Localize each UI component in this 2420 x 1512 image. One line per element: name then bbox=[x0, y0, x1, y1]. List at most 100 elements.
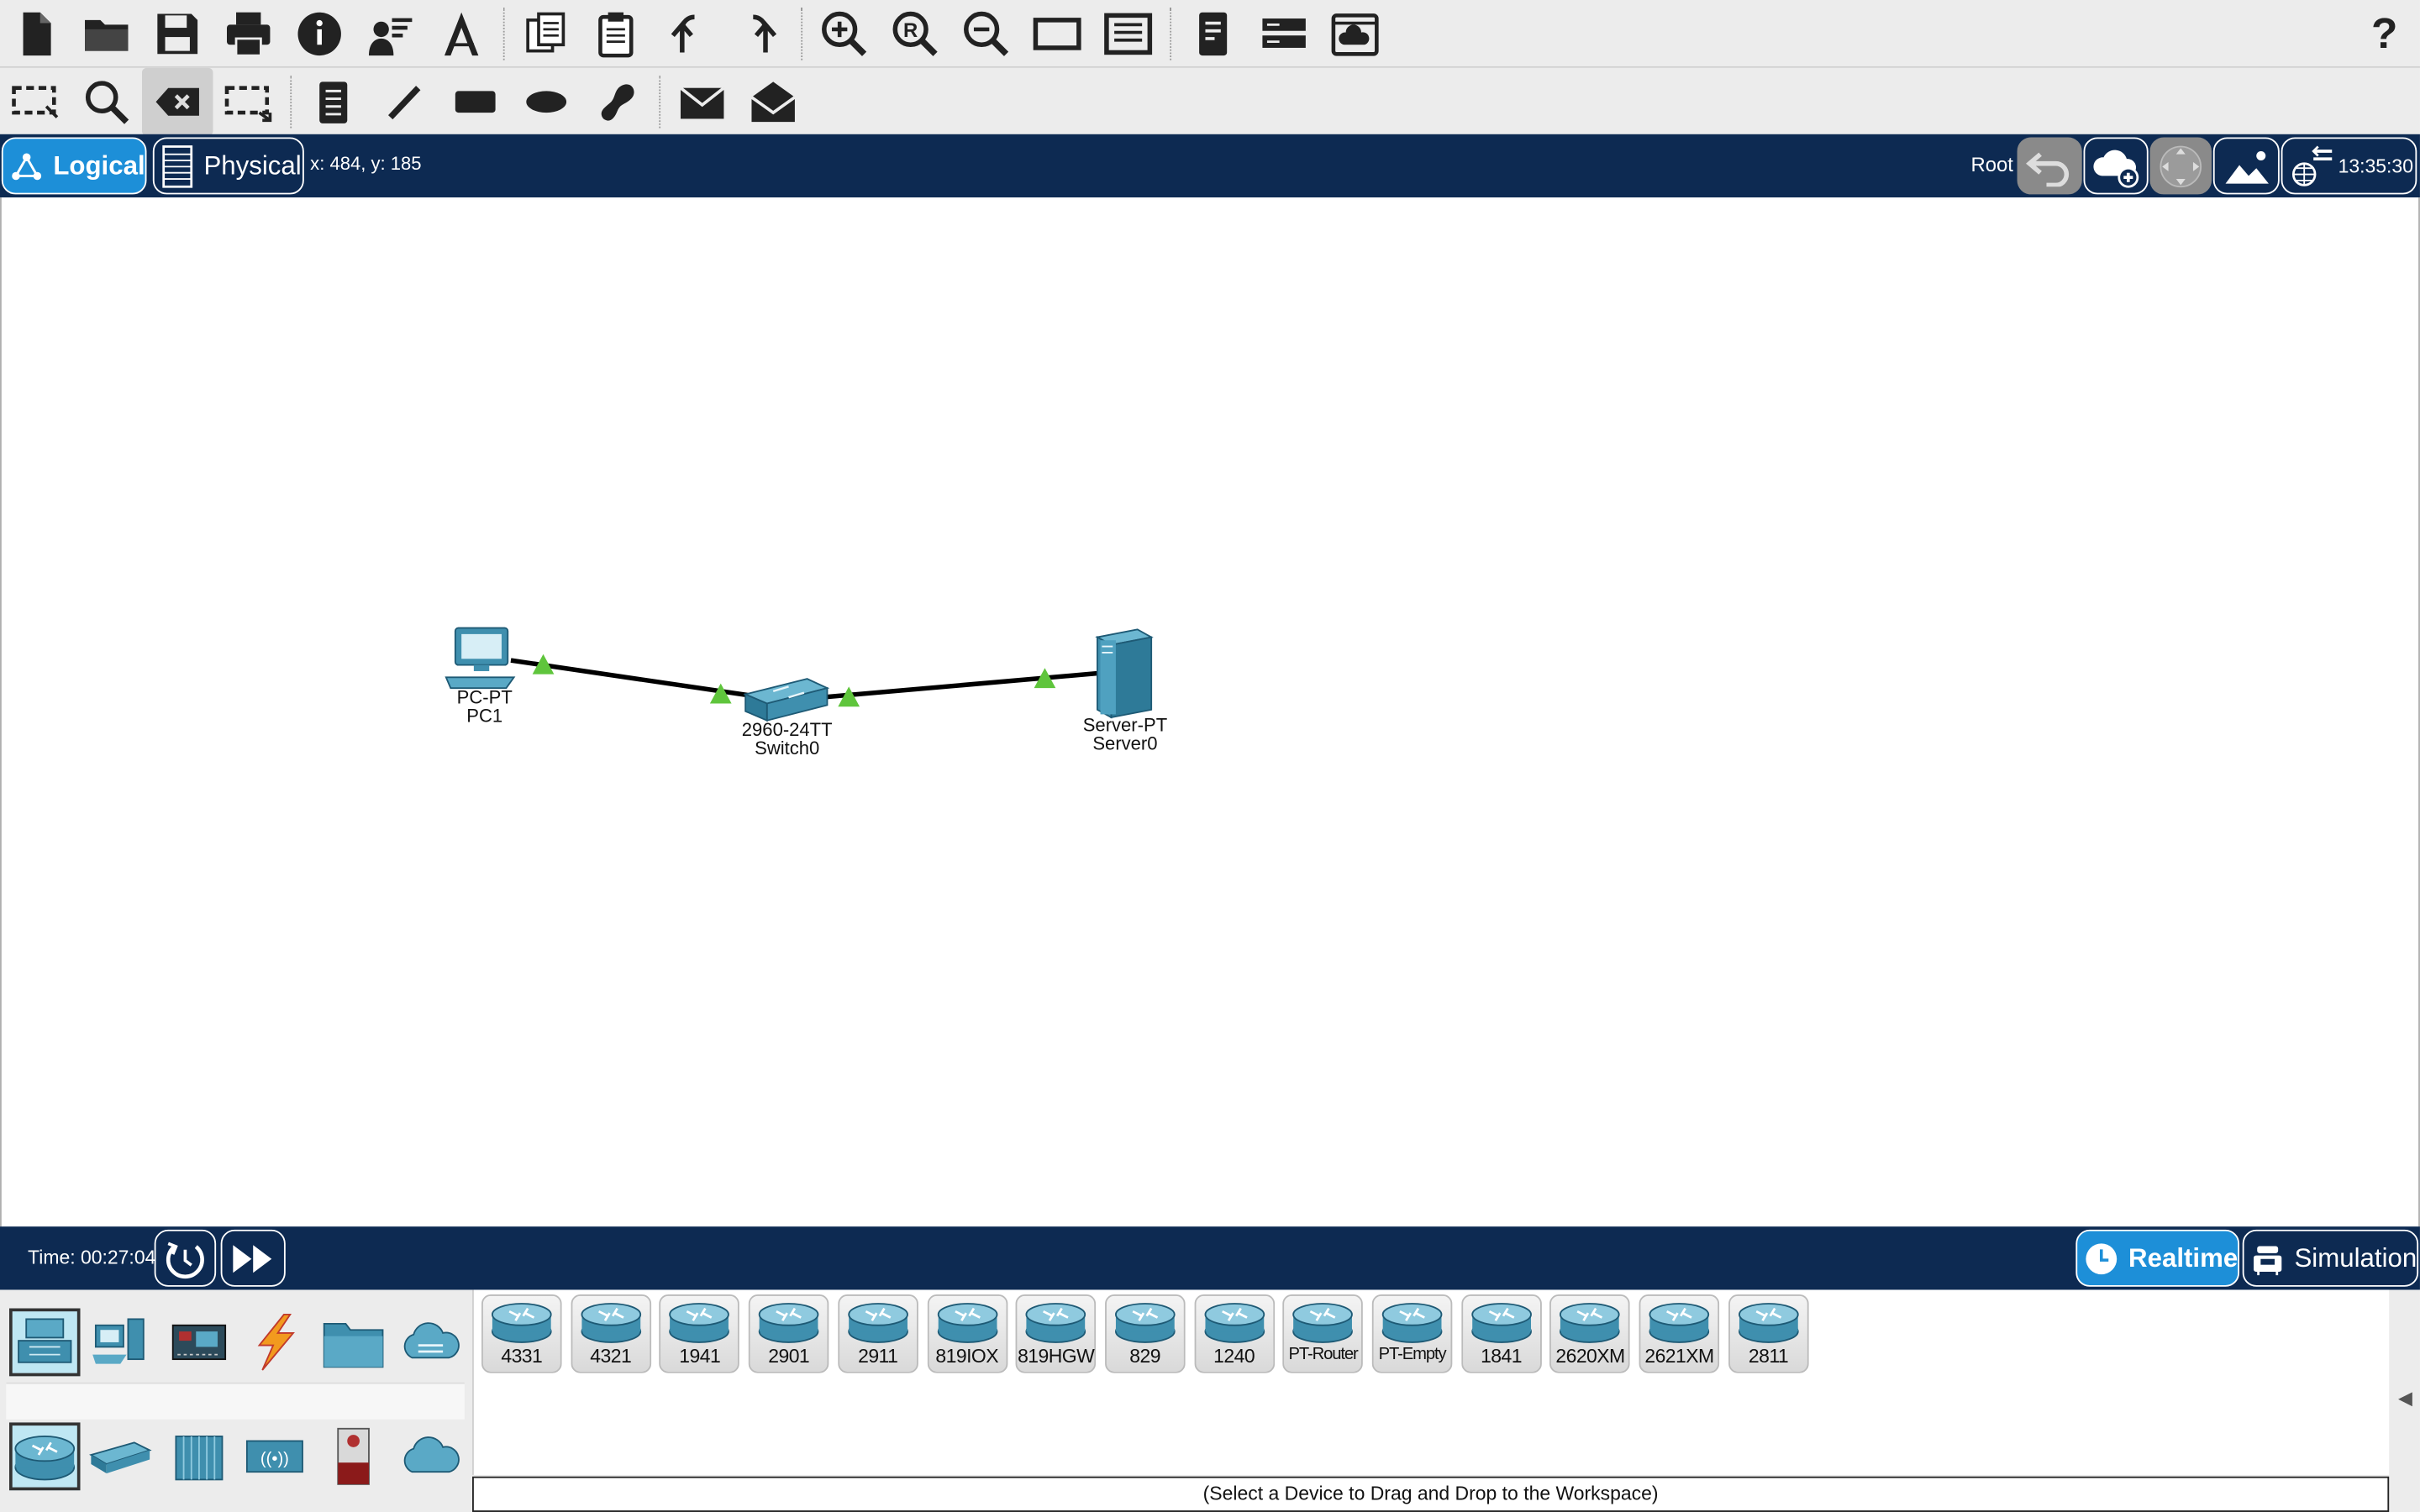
inspect-icon[interactable] bbox=[71, 68, 141, 136]
wireless-devices-icon[interactable]: ((•)) bbox=[239, 1422, 310, 1490]
router-model-2811[interactable]: 2811 bbox=[1728, 1294, 1809, 1373]
zoom-reset-icon[interactable]: R bbox=[880, 0, 950, 67]
router-model-pt-router[interactable]: PT-Router bbox=[1282, 1294, 1364, 1373]
paste-icon[interactable] bbox=[581, 0, 652, 67]
svg-text:((•)): ((•)) bbox=[260, 1450, 289, 1468]
router-icon bbox=[936, 1303, 997, 1343]
delete-icon[interactable] bbox=[141, 67, 213, 136]
draw-rectangle-icon[interactable] bbox=[439, 68, 510, 136]
cloud-view-icon[interactable] bbox=[1319, 0, 1390, 67]
physical-view-button[interactable]: Physical bbox=[152, 137, 304, 195]
drawing-palette-icon[interactable] bbox=[1022, 0, 1092, 67]
new-cluster-button[interactable] bbox=[2083, 137, 2149, 195]
network-information-icon[interactable] bbox=[426, 0, 497, 67]
router-model-4331[interactable]: 4331 bbox=[481, 1294, 562, 1373]
new-file-icon[interactable] bbox=[0, 0, 71, 67]
router-model-1240[interactable]: 1240 bbox=[1193, 1294, 1275, 1373]
viewport-clock-button[interactable]: 13:35:30 bbox=[2281, 137, 2417, 195]
router-model-2620xm[interactable]: 2620XM bbox=[1549, 1294, 1631, 1373]
router-model-label: PT-Router bbox=[1288, 1345, 1359, 1364]
router-model-label: 4331 bbox=[501, 1345, 543, 1368]
router-model-819hgw[interactable]: 819HGW bbox=[1015, 1294, 1097, 1373]
router-model-label: 1240 bbox=[1213, 1345, 1255, 1368]
router-icon bbox=[847, 1303, 908, 1343]
router-model-829[interactable]: 829 bbox=[1104, 1294, 1186, 1373]
router-model-label: 2621XM bbox=[1644, 1345, 1714, 1368]
router-model-2621xm[interactable]: 2621XM bbox=[1639, 1294, 1720, 1373]
router-model-label: 1941 bbox=[679, 1345, 721, 1368]
print-icon[interactable] bbox=[213, 0, 283, 67]
network-devices-icon[interactable] bbox=[9, 1308, 81, 1377]
pc-device-icon[interactable] bbox=[445, 627, 516, 690]
router-model-2901[interactable]: 2901 bbox=[748, 1294, 829, 1373]
logical-label: Logical bbox=[53, 150, 145, 180]
zoom-in-icon[interactable] bbox=[808, 0, 879, 67]
fast-forward-time-button[interactable] bbox=[220, 1229, 286, 1287]
place-note-icon[interactable] bbox=[297, 68, 368, 136]
switch-device-icon[interactable] bbox=[743, 678, 830, 722]
router-icon bbox=[1025, 1303, 1086, 1343]
info-icon[interactable] bbox=[284, 0, 355, 67]
hubs-icon[interactable] bbox=[164, 1422, 234, 1490]
copy-icon[interactable] bbox=[511, 0, 581, 67]
router-model-1841[interactable]: 1841 bbox=[1460, 1294, 1542, 1373]
components-icon[interactable] bbox=[164, 1309, 234, 1377]
realtime-mode-button[interactable]: Realtime bbox=[2075, 1229, 2240, 1287]
undo-icon[interactable] bbox=[653, 0, 723, 67]
connections-icon[interactable] bbox=[239, 1309, 310, 1377]
back-arrow-icon bbox=[2026, 151, 2070, 186]
resize-shape-icon[interactable] bbox=[213, 68, 283, 136]
device-model: PC-PT bbox=[456, 686, 513, 709]
open-folder-icon[interactable] bbox=[71, 0, 141, 67]
add-simple-pdu-icon[interactable] bbox=[666, 68, 737, 136]
select-icon[interactable] bbox=[0, 68, 71, 136]
draw-ellipse-icon[interactable] bbox=[511, 68, 581, 136]
redo-icon[interactable] bbox=[723, 0, 794, 67]
toolbar-separator bbox=[502, 7, 505, 60]
logical-view-button[interactable]: Logical bbox=[1, 137, 147, 195]
draw-freeform-icon[interactable] bbox=[581, 68, 652, 136]
device-label-switch0[interactable]: 2960-24TT Switch0 bbox=[710, 721, 865, 758]
simulation-mode-button[interactable]: Simulation bbox=[2242, 1229, 2419, 1287]
router-icon bbox=[1738, 1303, 1799, 1343]
device-label-pc1[interactable]: PC-PT PC1 bbox=[408, 688, 562, 725]
help-label: ? bbox=[2370, 8, 2398, 57]
device-model: Server-PT bbox=[1082, 714, 1168, 737]
miscellaneous-icon[interactable] bbox=[318, 1309, 388, 1377]
draw-line-icon[interactable] bbox=[369, 68, 439, 136]
pdu-list-icon[interactable] bbox=[1177, 0, 1248, 67]
simulation-label: Simulation bbox=[2294, 1242, 2417, 1273]
panel-collapse-arrow-icon[interactable]: ◀ bbox=[2391, 1383, 2420, 1414]
router-model-4321[interactable]: 4321 bbox=[571, 1294, 651, 1373]
save-icon[interactable] bbox=[142, 0, 213, 67]
move-object-button[interactable] bbox=[2149, 137, 2212, 195]
device-label-server0[interactable]: Server-PT Server0 bbox=[1048, 716, 1202, 753]
multiuser-connection-icon[interactable] bbox=[395, 1309, 466, 1377]
packet-tracer-window: R ? Logical Physical x: 484, y: 185 Root… bbox=[0, 0, 2420, 1512]
server-device-icon[interactable] bbox=[1095, 628, 1154, 719]
wan-emulation-icon[interactable] bbox=[395, 1422, 466, 1490]
zoom-out-icon[interactable] bbox=[950, 0, 1021, 67]
router-icon bbox=[669, 1303, 730, 1343]
clock-readout: 13:35:30 bbox=[2338, 155, 2413, 177]
set-background-button[interactable] bbox=[2212, 137, 2280, 195]
router-model-1941[interactable]: 1941 bbox=[659, 1294, 740, 1373]
back-button[interactable] bbox=[2017, 137, 2082, 195]
end-devices-icon[interactable] bbox=[85, 1309, 155, 1377]
help-icon[interactable]: ? bbox=[2349, 0, 2419, 67]
logical-workspace[interactable]: PC-PT PC1 2960-24TT Switch0 Server-PT Se… bbox=[0, 197, 2420, 1227]
router-icon bbox=[1649, 1303, 1710, 1343]
router-model-819iox[interactable]: 819IOX bbox=[926, 1294, 1007, 1373]
router-model-label: 1841 bbox=[1481, 1345, 1522, 1368]
security-icon[interactable] bbox=[318, 1422, 388, 1490]
viewport-icon[interactable] bbox=[1249, 0, 1319, 67]
custom-device-dialog-icon[interactable] bbox=[1092, 0, 1163, 67]
switches-icon[interactable] bbox=[85, 1422, 155, 1490]
router-model-label: 819IOX bbox=[935, 1345, 998, 1368]
add-complex-pdu-icon[interactable] bbox=[738, 68, 808, 136]
router-model-2911[interactable]: 2911 bbox=[837, 1294, 918, 1373]
activity-wizard-icon[interactable] bbox=[355, 0, 425, 67]
routers-icon[interactable] bbox=[9, 1422, 81, 1491]
power-cycle-devices-button[interactable] bbox=[154, 1229, 217, 1287]
router-model-pt-empty[interactable]: PT-Empty bbox=[1371, 1294, 1453, 1373]
